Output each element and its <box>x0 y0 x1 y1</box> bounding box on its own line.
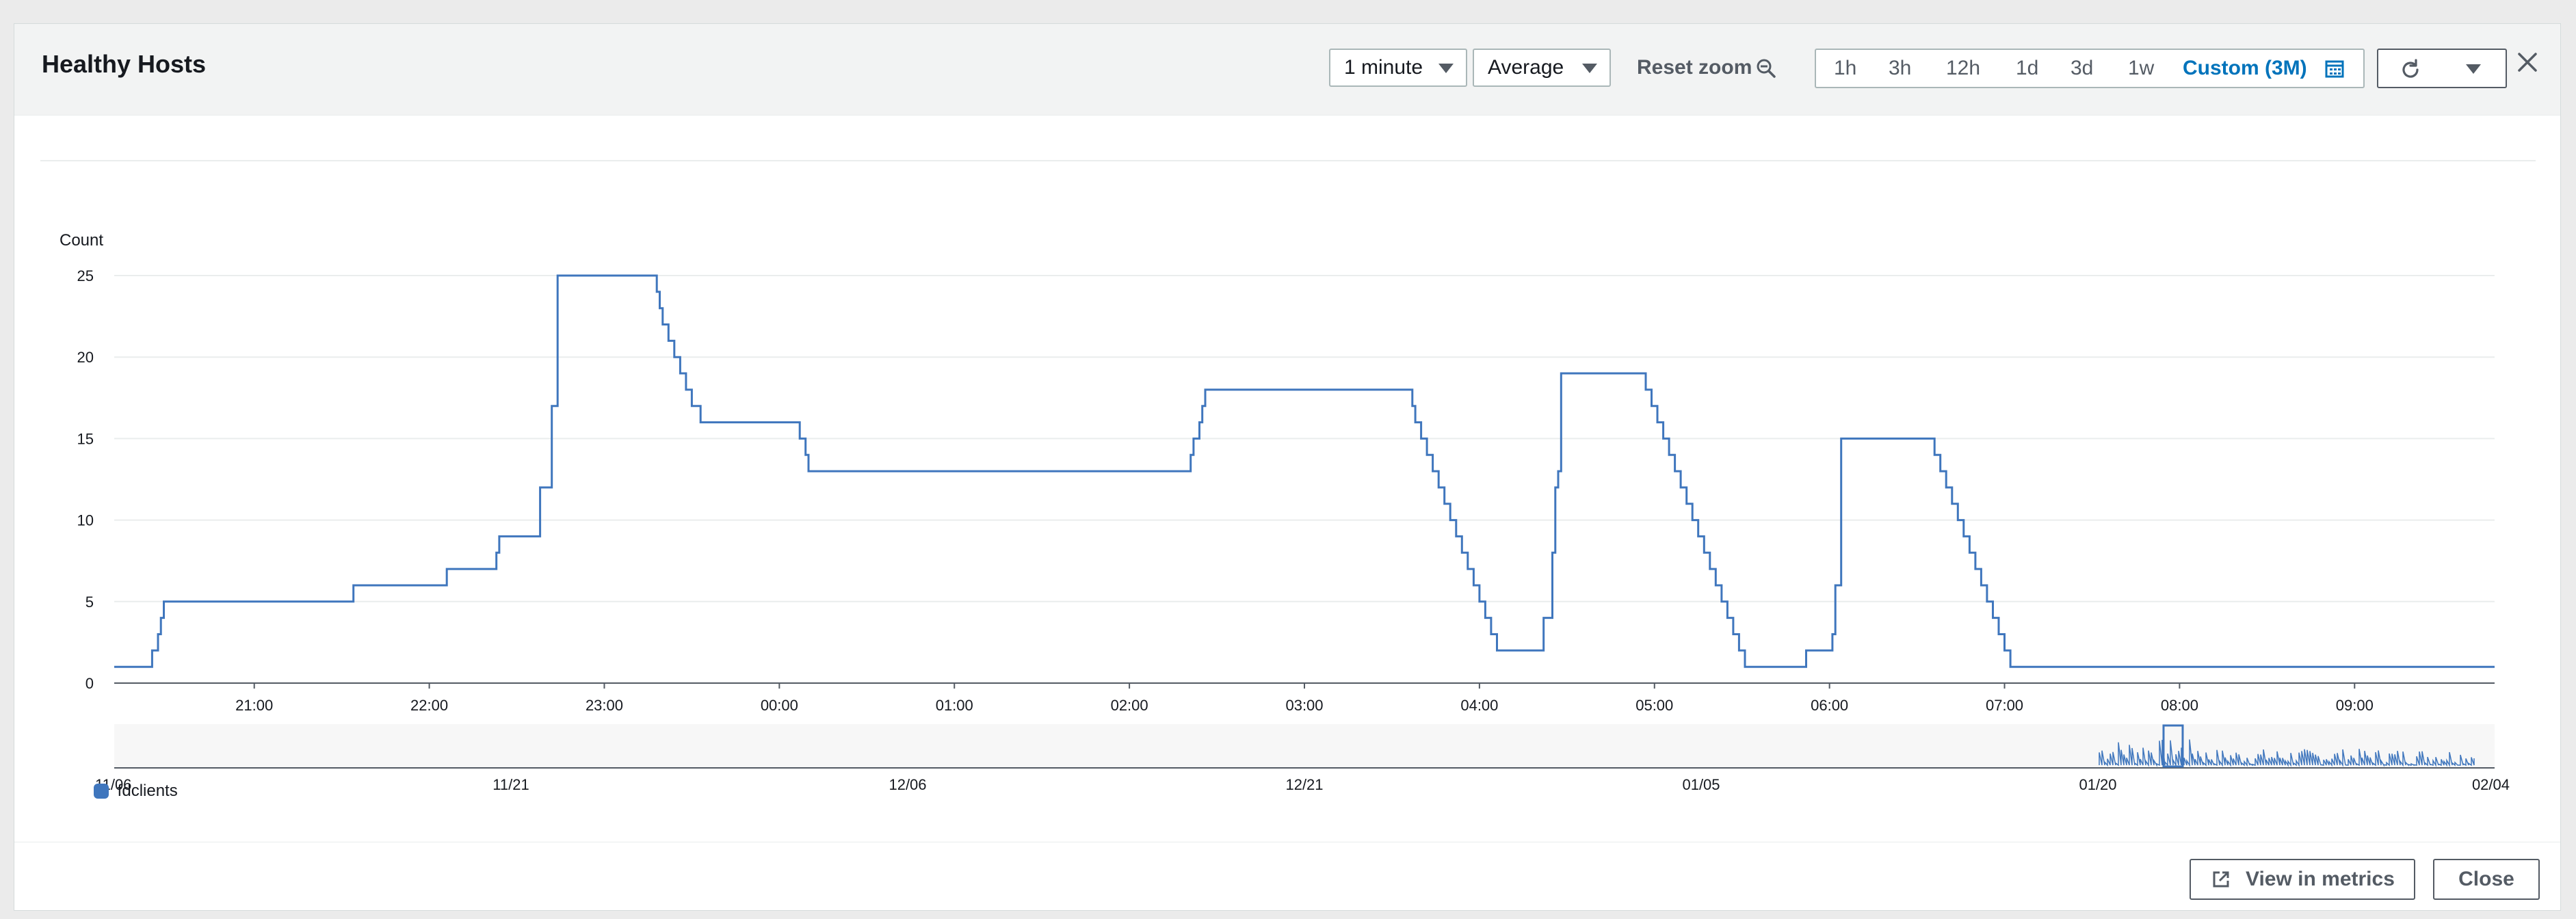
x-tick-label: 02:00 <box>1111 697 1148 714</box>
close-icon[interactable] <box>2516 51 2538 73</box>
y-tick-label: 0 <box>86 675 94 692</box>
x-tick-label: 08:00 <box>2161 697 2198 714</box>
line-chart[interactable]: Count 0 5 10 15 20 25 21:00 22:00 23:00 00:00 01:… <box>14 116 2562 865</box>
overview-tick-label: 11/21 <box>492 776 529 793</box>
chart-area: Count 0 5 10 15 20 25 21:00 22:00 23:00 00:00 01:… <box>14 116 2560 865</box>
range-3d-button[interactable]: 3d <box>2071 50 2093 87</box>
range-1h-button[interactable]: 1h <box>1834 50 1856 87</box>
x-axis-ticks: 21:00 22:00 23:00 00:00 01:00 02:00 03:00 04:00… <box>235 683 2374 714</box>
overview-tick-label: 12/06 <box>889 776 926 793</box>
x-tick-label: 23:00 <box>586 697 623 714</box>
statistic-select[interactable]: Average <box>1473 49 1611 87</box>
statistic-select-value: Average <box>1488 56 1564 79</box>
range-12h-button[interactable]: 12h <box>1946 50 1980 87</box>
reset-zoom-label: Reset zoom <box>1637 56 1752 79</box>
x-tick-label: 01:00 <box>936 697 973 714</box>
view-in-metrics-label: View in metrics <box>2246 868 2395 890</box>
reset-zoom-button[interactable]: Reset zoom <box>1637 49 1776 87</box>
y-axis-label: Count <box>60 231 103 250</box>
grid <box>114 275 2495 684</box>
modal-title: Healthy Hosts <box>42 50 207 78</box>
caret-down-icon <box>1438 64 1454 73</box>
x-tick-label: 00:00 <box>761 697 798 714</box>
range-1w-button[interactable]: 1w <box>2128 50 2154 87</box>
overview-tick-label: 01/20 <box>2079 776 2116 793</box>
range-3h-button[interactable]: 3h <box>1889 50 1911 87</box>
refresh-options-button[interactable] <box>2443 49 2507 88</box>
y-tick-label: 10 <box>77 512 94 529</box>
x-tick-label: 04:00 <box>1460 697 1498 714</box>
overview-tick-label: 12/21 <box>1285 776 1323 793</box>
refresh-icon <box>2402 59 2419 78</box>
x-tick-label: 03:00 <box>1285 697 1323 714</box>
caret-down-icon <box>1582 64 1597 73</box>
x-tick-label: 22:00 <box>410 697 448 714</box>
x-tick-label: 21:00 <box>235 697 273 714</box>
modal-header: Healthy Hosts 1 minute Average Reset zoo… <box>14 24 2560 116</box>
range-1d-button[interactable]: 1d <box>2016 50 2038 87</box>
overview-navigator[interactable]: 11/06 11/21 12/06 12/21 01/05 01/20 02/04 <box>95 724 2510 793</box>
x-tick-label: 05:00 <box>1635 697 1673 714</box>
x-tick-label: 09:00 <box>2336 697 2374 714</box>
caret-down-icon <box>2466 64 2481 74</box>
y-tick-label: 5 <box>86 594 94 611</box>
modal-footer: View in metrics Close <box>14 842 2560 910</box>
legend-item-fdclients[interactable]: fdclients <box>94 782 178 801</box>
period-select-value: 1 minute <box>1344 56 1423 79</box>
external-link-icon <box>2213 871 2229 888</box>
x-tick-label: 06:00 <box>1811 697 1848 714</box>
range-custom-button[interactable]: Custom (3M) <box>2183 50 2307 87</box>
series-line-fdclients <box>114 274 2495 668</box>
legend-swatch <box>94 784 109 799</box>
close-button[interactable]: Close <box>2433 859 2540 900</box>
y-tick-label: 25 <box>77 267 94 284</box>
y-tick-label: 20 <box>77 349 94 366</box>
overview-tick-label: 02/04 <box>2472 776 2510 793</box>
zoom-out-icon <box>1757 59 1776 78</box>
y-axis-ticks: 0 5 10 15 20 25 <box>77 267 94 692</box>
legend-label: fdclients <box>117 782 178 800</box>
overview-tick-label: 01/05 <box>1682 776 1720 793</box>
refresh-button[interactable] <box>2377 49 2444 88</box>
x-tick-label: 07:00 <box>1986 697 2023 714</box>
time-range-group: 1h 3h 12h 1d 3d 1w Custom (3M) <box>1815 49 2365 88</box>
calendar-icon[interactable] <box>2325 59 2344 78</box>
metric-modal: Healthy Hosts 1 minute Average Reset zoo… <box>14 23 2561 911</box>
y-tick-label: 15 <box>77 430 94 447</box>
period-select[interactable]: 1 minute <box>1329 49 1467 87</box>
view-in-metrics-button[interactable]: View in metrics <box>2190 859 2415 900</box>
